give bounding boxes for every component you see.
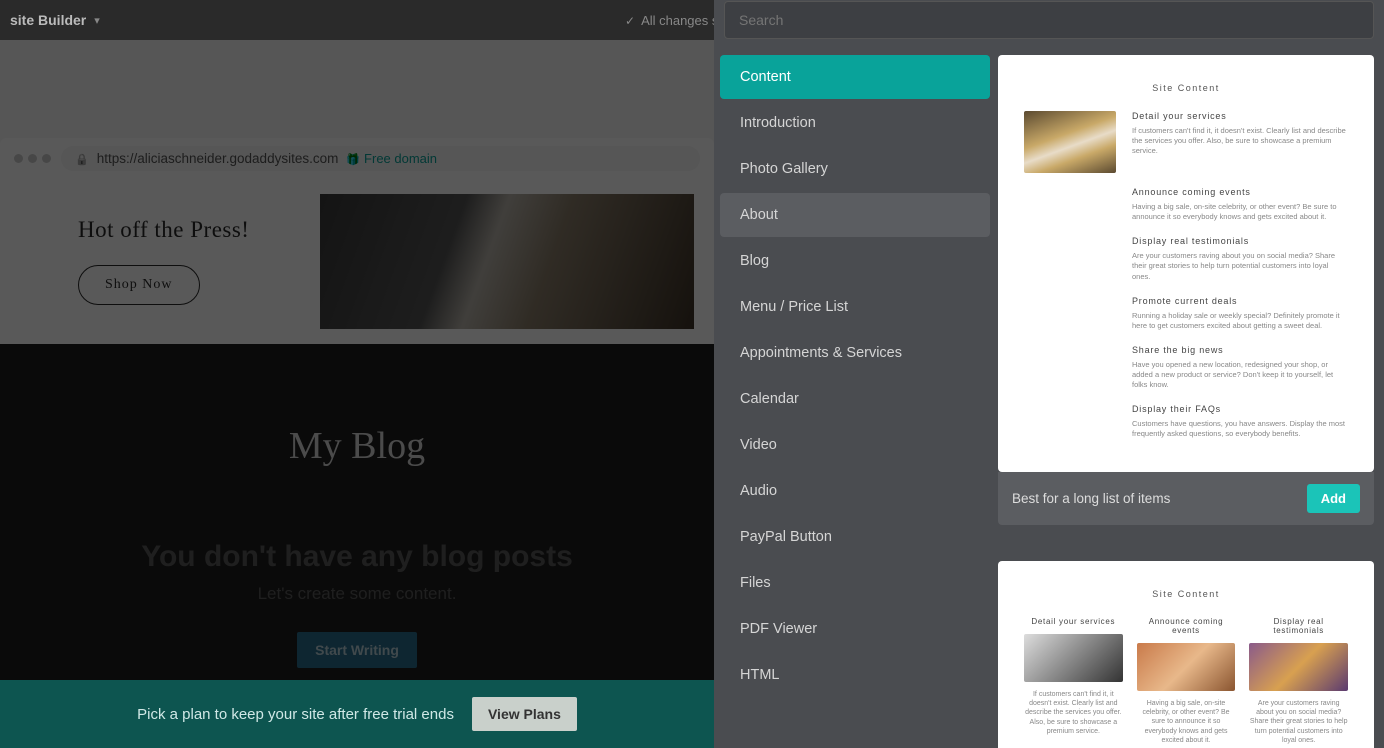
category-item-pdf-viewer[interactable]: PDF Viewer <box>720 607 990 651</box>
save-status: All changes s <box>625 13 718 28</box>
overlay-dim[interactable] <box>0 40 714 748</box>
category-item-photo-gallery[interactable]: Photo Gallery <box>720 147 990 191</box>
save-status-text: All changes s <box>641 13 718 28</box>
category-item-video[interactable]: Video <box>720 423 990 467</box>
category-item-content[interactable]: Content <box>720 55 990 99</box>
preview-thumb-image <box>1249 643 1348 691</box>
preview-item-body: Are your customers raving about you on s… <box>1249 699 1348 746</box>
preview-item-body: Having a big sale, on-site celebrity, or… <box>1137 699 1236 746</box>
add-section-panel: ContentIntroductionPhoto GalleryAboutBlo… <box>714 0 1384 748</box>
preview-item-heading: Detail your services <box>1132 111 1348 121</box>
preview-thumb-image <box>1024 111 1116 173</box>
preview-item-body: Having a big sale, on-site celebrity, or… <box>1132 202 1348 222</box>
preview-item-heading: Share the big news <box>1132 345 1348 355</box>
layout-preview-card[interactable]: Site Content Detail your services If cus… <box>998 561 1374 748</box>
preview-item-heading: Announce coming events <box>1132 187 1348 197</box>
search-input[interactable] <box>724 1 1374 39</box>
preview-item-body: If customers can't find it, it doesn't e… <box>1024 690 1123 737</box>
preview-item-body: Are your customers raving about you on s… <box>1132 251 1348 281</box>
category-item-about[interactable]: About <box>720 193 990 237</box>
category-item-html[interactable]: HTML <box>720 653 990 697</box>
category-item-files[interactable]: Files <box>720 561 990 605</box>
preview-title: Site Content <box>1024 589 1348 599</box>
editor-canvas: https://aliciaschneider.godaddysites.com… <box>0 40 714 748</box>
preview-item-heading: Display real testimonials <box>1132 236 1348 246</box>
preview-footer-label: Best for a long list of items <box>1012 491 1170 506</box>
category-item-audio[interactable]: Audio <box>720 469 990 513</box>
preview-thumb-image <box>1137 643 1236 691</box>
preview-thumb-image <box>1024 634 1123 682</box>
preview-item-heading: Detail your services <box>1024 617 1123 626</box>
preview-item-heading: Display real testimonials <box>1249 617 1348 635</box>
category-item-calendar[interactable]: Calendar <box>720 377 990 421</box>
view-plans-button[interactable]: View Plans <box>472 697 577 731</box>
preview-item-body: If customers can't find it, it doesn't e… <box>1132 126 1348 156</box>
layout-preview-card[interactable]: Site Content Detail your services If cus… <box>998 55 1374 472</box>
category-list: ContentIntroductionPhoto GalleryAboutBlo… <box>720 55 990 748</box>
preview-item-heading: Announce coming events <box>1137 617 1236 635</box>
category-item-introduction[interactable]: Introduction <box>720 101 990 145</box>
preview-item-heading: Display their FAQs <box>1132 404 1348 414</box>
trial-banner-text: Pick a plan to keep your site after free… <box>137 706 454 723</box>
check-icon <box>625 13 635 28</box>
category-item-menu-price-list[interactable]: Menu / Price List <box>720 285 990 329</box>
preview-item-heading: Promote current deals <box>1132 296 1348 306</box>
layout-previews: Site Content Detail your services If cus… <box>998 55 1374 748</box>
category-item-blog[interactable]: Blog <box>720 239 990 283</box>
chevron-down-icon[interactable]: ▾ <box>94 14 100 27</box>
preview-title: Site Content <box>1024 83 1348 93</box>
app-title[interactable]: site Builder <box>10 12 86 28</box>
trial-banner: Pick a plan to keep your site after free… <box>0 680 714 748</box>
add-button[interactable]: Add <box>1307 484 1360 513</box>
category-item-appointments-services[interactable]: Appointments & Services <box>720 331 990 375</box>
preview-item-body: Running a holiday sale or weekly special… <box>1132 311 1348 331</box>
category-item-paypal-button[interactable]: PayPal Button <box>720 515 990 559</box>
preview-footer: Best for a long list of items Add <box>998 472 1374 525</box>
preview-item-body: Customers have questions, you have answe… <box>1132 419 1348 439</box>
preview-item-body: Have you opened a new location, redesign… <box>1132 360 1348 390</box>
